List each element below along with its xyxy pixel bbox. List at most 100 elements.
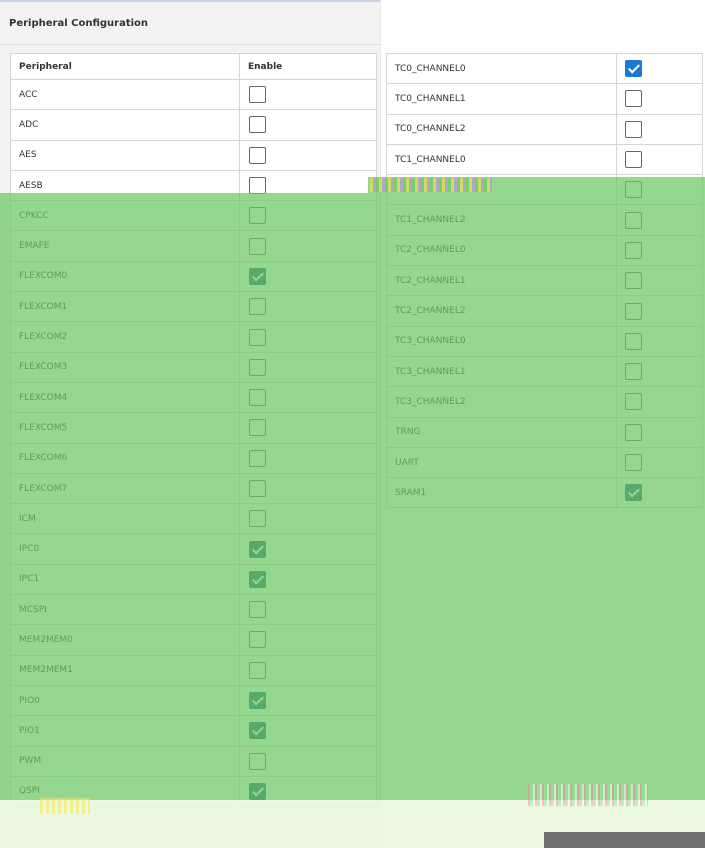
enable-checkbox[interactable]: [249, 207, 266, 225]
enable-checkbox[interactable]: [249, 661, 266, 679]
enable-cell: [239, 260, 377, 293]
peripheral-name-right: TC3_CHANNEL2: [386, 386, 617, 418]
enable-checkbox[interactable]: [249, 389, 266, 407]
table-row: TC1_CHANNEL0: [386, 143, 703, 176]
peripheral-name-left: MCSPI: [10, 594, 240, 626]
enable-checkbox[interactable]: [625, 393, 642, 411]
enable-checkbox[interactable]: [249, 267, 266, 285]
enable-checkbox[interactable]: [249, 510, 266, 528]
enable-cell: [616, 52, 703, 85]
enable-cell: [239, 684, 377, 717]
enable-checkbox[interactable]: [625, 363, 642, 381]
enable-checkbox[interactable]: [249, 752, 266, 770]
enable-checkbox[interactable]: [249, 419, 266, 437]
enable-checkbox[interactable]: [249, 358, 266, 376]
peripheral-name-left: EMAFE: [10, 230, 240, 262]
enable-cell: [239, 321, 377, 353]
enable-checkbox[interactable]: [249, 631, 266, 649]
peripheral-name-right: TC2_CHANNEL0: [386, 234, 617, 267]
enable-cell: [616, 143, 703, 176]
enable-checkbox[interactable]: [625, 302, 642, 320]
enable-checkbox[interactable]: [625, 181, 642, 199]
enable-checkbox[interactable]: [249, 116, 266, 134]
peripheral-name-left: AES: [10, 139, 240, 171]
enable-cell: [239, 654, 377, 686]
table-row: [386, 174, 703, 206]
enable-checkbox[interactable]: [249, 328, 266, 346]
enable-checkbox[interactable]: [249, 177, 266, 195]
peripheral-name-left: ACC: [10, 78, 240, 111]
peripheral-name-left: ICM: [10, 503, 240, 535]
enable-cell: [239, 351, 377, 383]
peripheral-name-right: TC3_CHANNEL1: [386, 355, 617, 388]
enable-cell: [616, 265, 703, 297]
enable-cell: [239, 442, 377, 474]
peripheral-name-left: FLEXCOM3: [10, 351, 240, 383]
table-row: CPKCC: [10, 200, 377, 232]
peripheral-name-right: [386, 174, 617, 206]
enable-checkbox[interactable]: [249, 237, 266, 255]
enable-checkbox[interactable]: [625, 211, 642, 229]
peripheral-name-right: TC1_CHANNEL2: [386, 204, 617, 236]
table-row: UART: [386, 446, 703, 479]
enable-checkbox[interactable]: [249, 298, 266, 316]
enable-cell: [239, 412, 377, 444]
enable-checkbox[interactable]: [625, 120, 642, 138]
enable-checkbox[interactable]: [249, 722, 266, 740]
enable-checkbox[interactable]: [625, 151, 642, 169]
enable-checkbox[interactable]: [625, 454, 642, 471]
enable-checkbox[interactable]: [249, 601, 266, 619]
enable-cell: [239, 594, 377, 626]
enable-checkbox[interactable]: [625, 241, 642, 259]
peripheral-name-left: IPC0: [10, 533, 240, 565]
peripheral-name-right: TC3_CHANNEL0: [386, 325, 617, 357]
bottom-gray-bar: [544, 832, 705, 848]
enable-cell: [616, 113, 703, 145]
peripheral-name-left: PIO0: [10, 684, 240, 717]
table-row: ACC: [10, 78, 377, 111]
column-header-enable: Enable: [239, 53, 377, 80]
peripheral-name-right: TC0_CHANNEL2: [386, 113, 617, 145]
enable-checkbox[interactable]: [249, 570, 266, 588]
peripheral-name-right: TC2_CHANNEL2: [386, 295, 617, 327]
enable-checkbox[interactable]: [249, 692, 266, 710]
table-row: TC0_CHANNEL2: [386, 113, 703, 145]
enable-checkbox[interactable]: [249, 449, 266, 467]
peripheral-name-right: SRAM1: [386, 477, 617, 509]
enable-cell: [239, 563, 377, 596]
peripheral-name-left: FLEXCOM1: [10, 291, 240, 323]
peripheral-name-left: IPC1: [10, 563, 240, 596]
enable-checkbox[interactable]: [625, 60, 642, 78]
peripheral-name-right: TC2_CHANNEL1: [386, 265, 617, 297]
enable-cell: [239, 624, 377, 656]
enable-cell: [239, 139, 377, 171]
table-row: MEM2MEM0: [10, 624, 377, 656]
enable-checkbox[interactable]: [625, 484, 642, 502]
table-row: MCSPI: [10, 594, 377, 626]
peripheral-name-right: UART: [386, 446, 617, 479]
enable-checkbox[interactable]: [625, 90, 642, 108]
enable-checkbox[interactable]: [249, 146, 266, 164]
table-row: TC0_CHANNEL0: [386, 52, 703, 85]
enable-checkbox[interactable]: [625, 423, 642, 441]
table-row: IPC0: [10, 533, 377, 565]
table-row: QSPI: [10, 775, 377, 808]
panel-title: Peripheral Configuration: [9, 18, 149, 29]
table-row: MEM2MEM1: [10, 654, 377, 686]
peripheral-name-left: FLEXCOM2: [10, 321, 240, 353]
enable-cell: [616, 234, 703, 267]
peripheral-name-left: MEM2MEM0: [10, 624, 240, 656]
table-row: SRAM1: [386, 477, 703, 509]
enable-checkbox[interactable]: [249, 540, 266, 558]
enable-checkbox[interactable]: [249, 480, 266, 497]
peripheral-name-left: AESB: [10, 169, 240, 202]
enable-checkbox[interactable]: [625, 272, 642, 290]
table-row: TC2_CHANNEL0: [386, 234, 703, 267]
table-row: AESB: [10, 169, 377, 202]
enable-checkbox[interactable]: [249, 86, 266, 104]
enable-checkbox[interactable]: [249, 782, 266, 800]
enable-checkbox[interactable]: [625, 332, 642, 350]
enable-cell: [239, 169, 377, 202]
table-row: FLEXCOM4: [10, 381, 377, 414]
peripheral-name-left: FLEXCOM6: [10, 442, 240, 474]
